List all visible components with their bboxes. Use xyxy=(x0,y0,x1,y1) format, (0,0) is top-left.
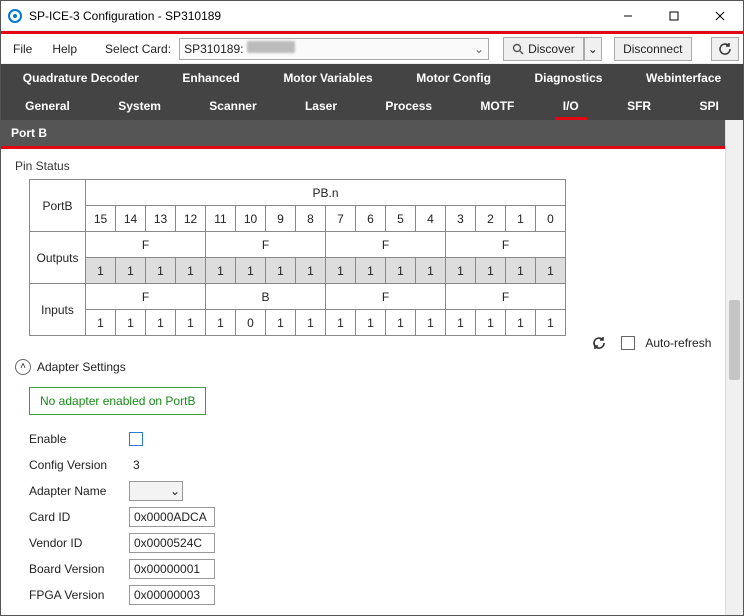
content-scroll[interactable]: Port B Pin Status PortBPB.n1514131211109… xyxy=(1,120,725,615)
adapter-status: No adapter enabled on PortB xyxy=(29,387,206,415)
adapter-form: Enable Config Version 3 Adapter Name ⌄ C… xyxy=(29,427,725,607)
menubar: File Help Select Card: SP310189: ⌄ Disco… xyxy=(1,34,743,64)
tab-motor-config[interactable]: Motor Config xyxy=(400,64,507,92)
board-version-label: Board Version xyxy=(29,562,129,576)
tab-system[interactable]: System xyxy=(104,92,175,120)
disconnect-button[interactable]: Disconnect xyxy=(614,37,692,61)
discover-button[interactable]: Discover xyxy=(503,37,584,61)
menu-file[interactable]: File xyxy=(5,38,40,60)
menu-help[interactable]: Help xyxy=(44,38,85,60)
titlebar: SP-ICE-3 Configuration - SP310189 xyxy=(1,1,743,31)
adapter-name-label: Adapter Name xyxy=(29,484,129,498)
pin-status-table: PortBPB.n1514131211109876543210OutputsFF… xyxy=(29,179,566,336)
tab-sfr[interactable]: SFR xyxy=(613,92,665,120)
obscured-text xyxy=(247,41,295,53)
tab-general[interactable]: General xyxy=(11,92,84,120)
discover-dropdown[interactable]: ⌄ xyxy=(584,37,602,61)
tab-spi[interactable]: SPI xyxy=(685,92,732,120)
tab-motor-variables[interactable]: Motor Variables xyxy=(267,64,388,92)
tab-webinterface[interactable]: Webinterface xyxy=(630,64,737,92)
refresh-icon xyxy=(591,335,607,351)
adapter-name-combo[interactable]: ⌄ xyxy=(129,481,183,501)
disconnect-label: Disconnect xyxy=(623,42,682,56)
discover-splitbutton[interactable]: Discover ⌄ xyxy=(503,37,602,61)
close-button[interactable] xyxy=(697,1,743,31)
collapse-icon: ˄ xyxy=(15,359,31,375)
auto-refresh-label: Auto-refresh xyxy=(645,336,711,350)
fpga-version-field[interactable]: 0x00000003 xyxy=(129,585,215,605)
adapter-settings-toggle[interactable]: ˄ Adapter Settings xyxy=(15,359,725,375)
tab-scanner[interactable]: Scanner xyxy=(195,92,270,120)
enable-label: Enable xyxy=(29,432,129,446)
chevron-down-icon: ⌄ xyxy=(170,484,180,498)
auto-refresh-checkbox[interactable] xyxy=(621,336,635,350)
window-title: SP-ICE-3 Configuration - SP310189 xyxy=(29,9,605,23)
refresh-icon xyxy=(718,42,732,56)
card-select-value: SP310189: xyxy=(184,42,243,56)
scrollbar-thumb[interactable] xyxy=(729,300,740,380)
tabstrip: Quadrature Decoder Enhanced Motor Variable… xyxy=(1,64,743,120)
vertical-scrollbar[interactable] xyxy=(725,120,743,615)
discover-label: Discover xyxy=(528,42,575,56)
chevron-down-icon: ⌄ xyxy=(588,42,598,56)
board-version-field[interactable]: 0x00000001 xyxy=(129,559,215,579)
minimize-button[interactable] xyxy=(605,1,651,31)
chevron-down-icon: ⌄ xyxy=(474,42,484,56)
card-id-field[interactable]: 0x0000ADCA xyxy=(129,507,215,527)
vendor-id-field[interactable]: 0x0000524C xyxy=(129,533,215,553)
section-header: Port B xyxy=(1,120,725,149)
vendor-id-label: Vendor ID xyxy=(29,536,129,550)
config-version-value: 3 xyxy=(129,458,140,472)
card-select[interactable]: SP310189: ⌄ xyxy=(179,38,489,60)
pin-status-label: Pin Status xyxy=(1,149,725,179)
tab-motf[interactable]: MOTF xyxy=(466,92,528,120)
tab-diagnostics[interactable]: Diagnostics xyxy=(518,64,618,92)
tab-i-o[interactable]: I/O xyxy=(549,92,593,120)
tab-quadrature-decoder[interactable]: Quadrature Decoder xyxy=(7,64,155,92)
search-icon xyxy=(512,43,524,55)
maximize-button[interactable] xyxy=(651,1,697,31)
tab-enhanced[interactable]: Enhanced xyxy=(166,64,255,92)
card-id-label: Card ID xyxy=(29,510,129,524)
app-icon xyxy=(7,8,23,24)
fpga-version-label: FPGA Version xyxy=(29,588,129,602)
tab-process[interactable]: Process xyxy=(371,92,446,120)
select-card-label: Select Card: xyxy=(101,42,175,56)
adapter-settings-label: Adapter Settings xyxy=(37,360,126,374)
enable-checkbox[interactable] xyxy=(129,432,143,446)
pin-refresh-button[interactable] xyxy=(587,331,611,355)
config-version-label: Config Version xyxy=(29,458,129,472)
refresh-button[interactable] xyxy=(711,37,739,61)
tab-laser[interactable]: Laser xyxy=(291,92,351,120)
